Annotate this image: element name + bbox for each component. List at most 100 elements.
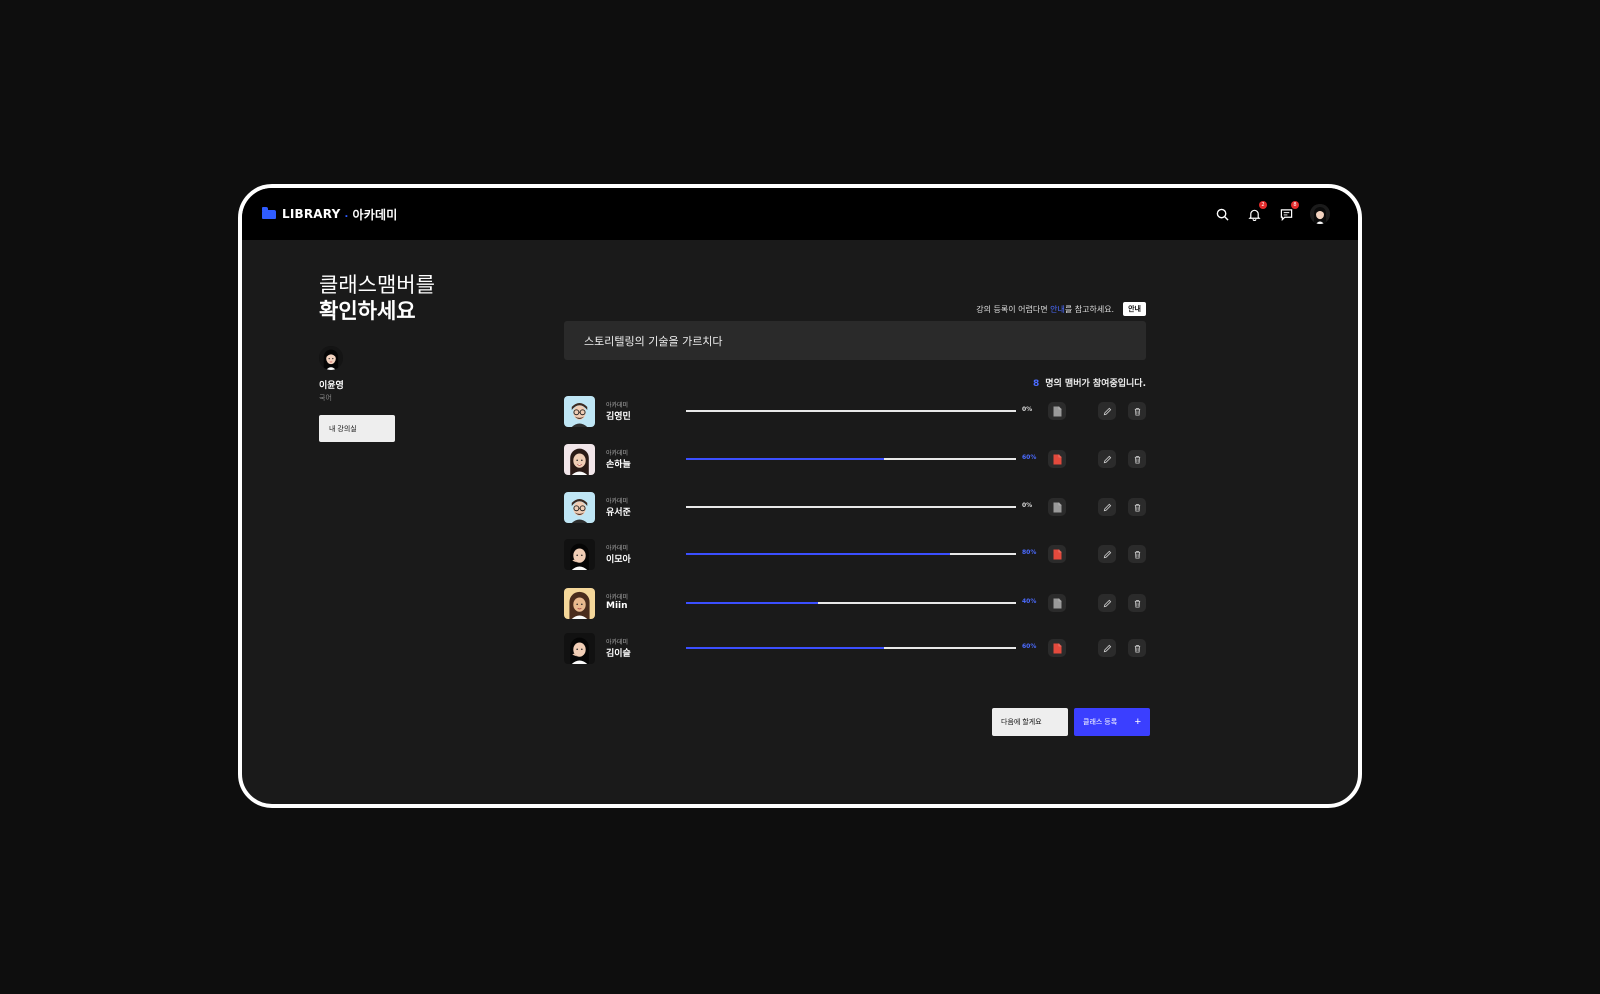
hint-row: 강의 등록이 어렵다면 안내를 참고하세요. 안내 bbox=[564, 302, 1146, 316]
member-avatar bbox=[564, 539, 595, 570]
file-button[interactable] bbox=[1048, 498, 1066, 516]
top-icons: 2 8 bbox=[1214, 188, 1330, 240]
member-count: 8 bbox=[1032, 379, 1040, 389]
pencil-icon bbox=[1103, 599, 1112, 608]
brand-sub: 아카데미 bbox=[352, 207, 398, 222]
register-class-button[interactable]: 클래스 등록 + bbox=[1074, 708, 1150, 736]
hint-suffix: 를 참고하세요. bbox=[1064, 304, 1115, 314]
edit-button[interactable] bbox=[1098, 402, 1116, 420]
profile-avatar[interactable] bbox=[1310, 204, 1330, 224]
trash-icon bbox=[1133, 455, 1142, 464]
later-button[interactable]: 다음에 할게요 bbox=[992, 708, 1068, 736]
delete-button[interactable] bbox=[1128, 545, 1146, 563]
member-org: 아카데미 bbox=[606, 450, 629, 457]
member-avatar bbox=[564, 492, 595, 523]
member-row: 아카데미 유서준 0% bbox=[564, 492, 1146, 524]
member-count-row: 8 명의 맴버가 참여중입니다. bbox=[564, 376, 1146, 389]
teacher-avatar-icon bbox=[319, 346, 343, 370]
folder-icon bbox=[262, 206, 276, 219]
file-icon bbox=[1053, 643, 1062, 654]
file-button[interactable] bbox=[1048, 594, 1066, 612]
trash-icon bbox=[1133, 644, 1142, 653]
member-name: 이모아 bbox=[606, 555, 631, 565]
message-button[interactable]: 8 bbox=[1278, 201, 1299, 222]
progress-fill bbox=[686, 602, 818, 604]
file-icon bbox=[1053, 454, 1062, 465]
member-name: 김영민 bbox=[606, 412, 631, 422]
member-name: 손하늘 bbox=[606, 460, 631, 470]
member-name: 김이슬 bbox=[606, 649, 631, 659]
file-button[interactable] bbox=[1048, 450, 1066, 468]
file-icon bbox=[1053, 598, 1062, 609]
page-title-line1: 클래스맴버를 bbox=[319, 273, 435, 297]
pencil-icon bbox=[1103, 455, 1112, 464]
logo[interactable]: LIBRARY . 아카데미 bbox=[262, 206, 397, 223]
message-badge: 8 bbox=[1291, 201, 1299, 209]
member-avatar bbox=[564, 633, 595, 664]
progress-fill bbox=[686, 647, 884, 649]
member-org: 아카데미 bbox=[606, 639, 629, 646]
file-icon bbox=[1053, 406, 1062, 417]
delete-button[interactable] bbox=[1128, 402, 1146, 420]
pencil-icon bbox=[1103, 550, 1112, 559]
hint-link[interactable]: 안내 bbox=[1050, 305, 1065, 314]
member-row: 아카데미 Miin 40% bbox=[564, 588, 1146, 620]
file-button[interactable] bbox=[1048, 545, 1066, 563]
member-avatar bbox=[564, 588, 595, 619]
notification-button[interactable]: 2 bbox=[1246, 201, 1267, 222]
member-row: 아카데미손하늘 60% bbox=[564, 444, 1146, 476]
file-button[interactable] bbox=[1048, 639, 1066, 657]
member-org: 아카데미 bbox=[606, 402, 629, 409]
member-org: 아카데미 bbox=[606, 545, 629, 552]
edit-button[interactable] bbox=[1098, 594, 1116, 612]
top-bar: LIBRARY . 아카데미 2 8 bbox=[242, 188, 1358, 240]
search-icon bbox=[1216, 208, 1229, 221]
teacher-subject: 국어 bbox=[319, 394, 332, 402]
file-button[interactable] bbox=[1048, 402, 1066, 420]
progress-track bbox=[686, 553, 1016, 555]
progress-track bbox=[686, 410, 1016, 412]
register-class-label: 클래스 등록 bbox=[1083, 719, 1118, 726]
plus-icon: + bbox=[1134, 716, 1141, 728]
app-window: LIBRARY . 아카데미 2 8 클래스맴버를 확인하세요 이윤영 국어 내… bbox=[238, 184, 1362, 808]
teacher-avatar bbox=[319, 346, 343, 370]
delete-button[interactable] bbox=[1128, 498, 1146, 516]
delete-button[interactable] bbox=[1128, 639, 1146, 657]
trash-icon bbox=[1133, 407, 1142, 416]
footer-actions: 다음에 할게요 클래스 등록 + bbox=[992, 708, 1150, 736]
member-row: 아카데미 김이슬 60% bbox=[564, 633, 1146, 665]
chat-icon bbox=[1280, 208, 1292, 221]
edit-button[interactable] bbox=[1098, 639, 1116, 657]
pencil-icon bbox=[1103, 503, 1112, 512]
teacher-name: 이윤영 bbox=[319, 381, 344, 391]
member-name: 유서준 bbox=[606, 508, 631, 518]
progress-fill bbox=[686, 458, 884, 460]
progress-percent: 60% bbox=[1022, 454, 1037, 461]
member-row: 아카데미 이모아 80% bbox=[564, 539, 1146, 571]
progress-percent: 40% bbox=[1022, 598, 1037, 605]
main-panel: 강의 등록이 어렵다면 안내를 참고하세요. 안내 스토리텔링의 기술을 가르치… bbox=[564, 302, 1146, 664]
guide-button[interactable]: 안내 bbox=[1123, 302, 1146, 316]
search-button[interactable] bbox=[1214, 206, 1230, 222]
edit-button[interactable] bbox=[1098, 450, 1116, 468]
left-panel: 클래스맴버를 확인하세요 이윤영 국어 내 강의실 bbox=[319, 272, 519, 442]
edit-button[interactable] bbox=[1098, 545, 1116, 563]
member-avatar bbox=[564, 396, 595, 427]
delete-button[interactable] bbox=[1128, 450, 1146, 468]
class-title-field: 스토리텔링의 기술을 가르치다 bbox=[564, 321, 1146, 360]
page-title-line2: 확인하세요 bbox=[319, 299, 416, 323]
pencil-icon bbox=[1103, 407, 1112, 416]
brand-name: LIBRARY bbox=[282, 207, 341, 221]
member-row: 아카데미 김영민 0% bbox=[564, 396, 1146, 428]
my-class-button[interactable]: 내 강의실 bbox=[319, 415, 395, 442]
delete-button[interactable] bbox=[1128, 594, 1146, 612]
file-icon bbox=[1053, 502, 1062, 513]
member-count-text: 명의 맴버가 참여중입니다. bbox=[1045, 379, 1146, 389]
trash-icon bbox=[1133, 599, 1142, 608]
progress-track bbox=[686, 458, 1016, 460]
hint-prefix: 강의 등록이 어렵다면 bbox=[976, 304, 1048, 314]
member-avatar bbox=[564, 444, 595, 475]
class-title: 스토리텔링의 기술을 가르치다 bbox=[584, 334, 723, 348]
progress-percent: 0% bbox=[1022, 502, 1033, 509]
edit-button[interactable] bbox=[1098, 498, 1116, 516]
